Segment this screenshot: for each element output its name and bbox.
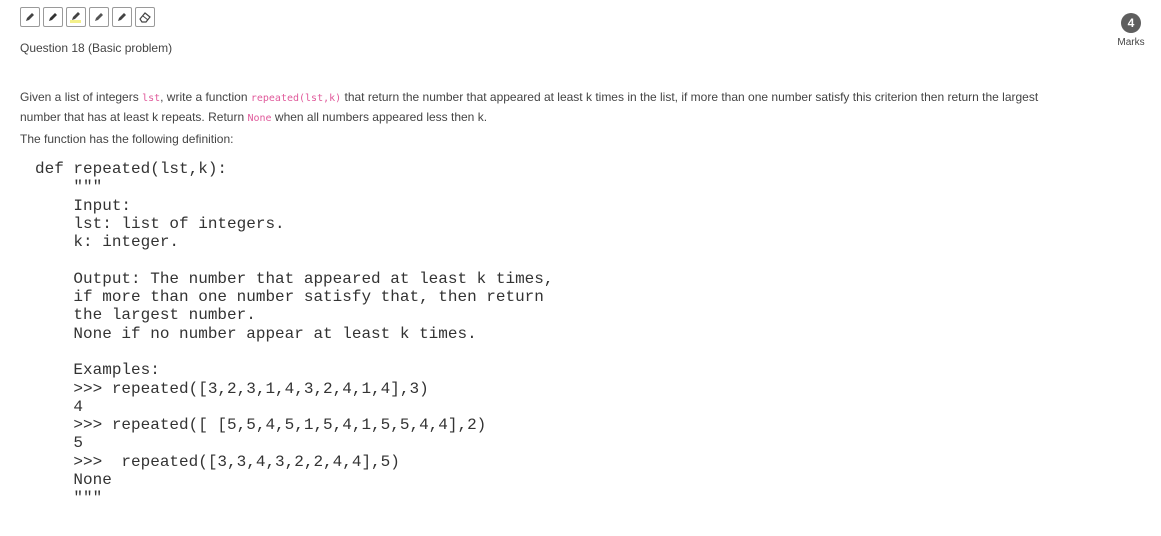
brush-icon: [118, 13, 126, 21]
inline-code-function: repeated(lst,k): [250, 93, 342, 104]
marker-tool-button[interactable]: [89, 7, 109, 27]
description-text: Given a list of integers: [20, 90, 143, 104]
eraser-tool-button[interactable]: [135, 7, 155, 27]
brush-tool-button[interactable]: [112, 7, 132, 27]
pencil-icon: [26, 13, 34, 21]
eraser-icon: [139, 12, 151, 23]
highlighter-tool-button[interactable]: [66, 7, 86, 27]
marks-value: 4: [1121, 13, 1141, 33]
function-definition-code: def repeated(lst,k): """ Input: lst: lis…: [35, 160, 554, 508]
inline-code-none: None: [247, 113, 272, 124]
marker-icon: [95, 13, 103, 21]
pencil-tool-button[interactable]: [20, 7, 40, 27]
question-title: Question 18 (Basic problem): [20, 41, 173, 55]
pen-icon: [49, 13, 57, 21]
pen-tool-button[interactable]: [43, 7, 63, 27]
question-description: Given a list of integers lst, write a fu…: [20, 88, 1060, 128]
marks-indicator: 4 Marks: [1111, 13, 1151, 48]
annotation-toolbar: [20, 7, 155, 27]
description-text: , write a function: [160, 90, 251, 104]
highlighter-icon: [70, 12, 81, 23]
description-text: when all numbers appeared less then k.: [271, 110, 488, 124]
definition-intro: The function has the following definitio…: [20, 132, 234, 146]
inline-code-lst: lst: [142, 93, 161, 104]
marks-label: Marks: [1117, 37, 1145, 48]
